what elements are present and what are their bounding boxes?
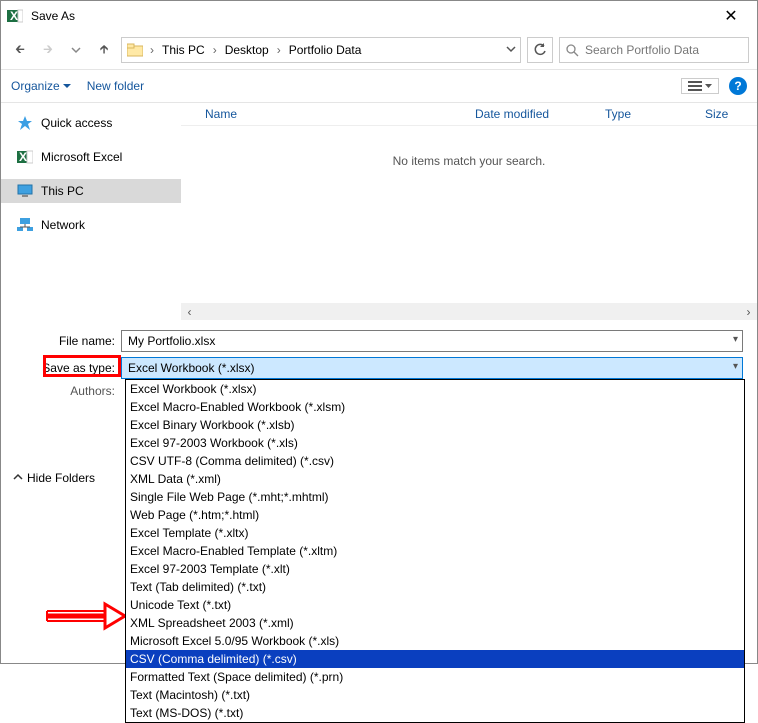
option-xls[interactable]: Excel 97-2003 Workbook (*.xls) (126, 434, 744, 452)
filename-input[interactable]: My Portfolio.xlsx ▾ (121, 330, 743, 352)
option-prn[interactable]: Formatted Text (Space delimited) (*.prn) (126, 668, 744, 686)
folder-icon (126, 41, 144, 59)
refresh-button[interactable] (527, 37, 553, 63)
option-xlsb[interactable]: Excel Binary Workbook (*.xlsb) (126, 416, 744, 434)
excel-icon: X (17, 149, 33, 165)
option-xltx[interactable]: Excel Template (*.xltx) (126, 524, 744, 542)
option-xltm[interactable]: Excel Macro-Enabled Template (*.xltm) (126, 542, 744, 560)
sidebar-item-this-pc[interactable]: This PC (1, 179, 181, 203)
svg-text:X: X (10, 9, 18, 23)
column-size[interactable]: Size (697, 107, 757, 121)
chevron-right-icon[interactable]: › (275, 43, 283, 57)
option-xls95[interactable]: Microsoft Excel 5.0/95 Workbook (*.xls) (126, 632, 744, 650)
option-csv-utf8[interactable]: CSV UTF-8 (Comma delimited) (*.csv) (126, 452, 744, 470)
forward-button[interactable]: 🡲 (37, 39, 59, 61)
up-button[interactable]: 🡱 (93, 39, 115, 61)
recent-dropdown[interactable] (65, 39, 87, 61)
sidebar: Quick access X Microsoft Excel This PC N… (1, 103, 181, 303)
address-bar[interactable]: › This PC › Desktop › Portfolio Data (121, 37, 521, 63)
option-xlt[interactable]: Excel 97-2003 Template (*.xlt) (126, 560, 744, 578)
option-xml[interactable]: XML Data (*.xml) (126, 470, 744, 488)
option-txt-dos[interactable]: Text (MS-DOS) (*.txt) (126, 704, 744, 722)
chevron-right-icon[interactable]: › (211, 43, 219, 57)
toolbar: Organize New folder ? (1, 69, 757, 103)
network-icon (17, 217, 33, 233)
sidebar-item-quick-access[interactable]: Quick access (1, 111, 181, 135)
address-dropdown[interactable] (506, 43, 516, 57)
file-list-area: Name Date modified Type Size No items ma… (181, 103, 757, 303)
chevron-down-icon (13, 473, 23, 483)
navigation-bar: 🡰 🡲 🡱 › This PC › Desktop › Portfolio Da… (1, 31, 757, 69)
option-xml2003[interactable]: XML Spreadsheet 2003 (*.xml) (126, 614, 744, 632)
horizontal-scrollbar[interactable]: ‹ › (181, 303, 757, 320)
option-txt-mac[interactable]: Text (Macintosh) (*.txt) (126, 686, 744, 704)
title-bar: X Save As ✕ (1, 1, 757, 31)
breadcrumb-portfolio[interactable]: Portfolio Data (287, 43, 364, 57)
option-xlsx[interactable]: Excel Workbook (*.xlsx) (126, 380, 744, 398)
savetype-dropdown[interactable]: Excel Workbook (*.xlsx) ▾ (121, 357, 743, 379)
hide-folders-button[interactable]: Hide Folders (13, 471, 95, 485)
new-folder-button[interactable]: New folder (87, 79, 144, 93)
column-type[interactable]: Type (597, 107, 697, 121)
chevron-right-icon[interactable]: › (148, 43, 156, 57)
option-csv[interactable]: CSV (Comma delimited) (*.csv) (126, 650, 744, 668)
filename-label: File name: (15, 334, 115, 348)
chevron-down-icon[interactable]: ▾ (733, 334, 738, 345)
search-input[interactable]: Search Portfolio Data (559, 37, 749, 63)
column-date[interactable]: Date modified (467, 107, 597, 121)
column-headers: Name Date modified Type Size (181, 103, 757, 126)
explorer-body: Quick access X Microsoft Excel This PC N… (1, 103, 757, 303)
search-icon (566, 44, 579, 57)
savetype-options-list: Excel Workbook (*.xlsx) Excel Macro-Enab… (125, 379, 745, 723)
option-xlsm[interactable]: Excel Macro-Enabled Workbook (*.xlsm) (126, 398, 744, 416)
option-htm[interactable]: Web Page (*.htm;*.html) (126, 506, 744, 524)
column-name[interactable]: Name (197, 107, 467, 121)
organize-button[interactable]: Organize (11, 79, 71, 93)
breadcrumb-thispc[interactable]: This PC (160, 43, 207, 57)
breadcrumb-desktop[interactable]: Desktop (223, 43, 271, 57)
scroll-left-icon[interactable]: ‹ (181, 305, 198, 319)
option-txt-unicode[interactable]: Unicode Text (*.txt) (126, 596, 744, 614)
window-title: Save As (31, 9, 711, 23)
monitor-icon (17, 183, 33, 199)
close-button[interactable]: ✕ (711, 6, 751, 26)
search-placeholder: Search Portfolio Data (585, 43, 699, 57)
sidebar-item-network[interactable]: Network (1, 213, 181, 237)
authors-label: Authors: (15, 384, 115, 398)
view-options-button[interactable] (681, 78, 719, 94)
help-button[interactable]: ? (729, 77, 747, 95)
svg-text:X: X (19, 150, 27, 164)
star-icon (17, 115, 33, 131)
chevron-down-icon[interactable]: ▾ (733, 361, 738, 372)
savetype-label: Save as type: (15, 361, 115, 375)
empty-message: No items match your search. (181, 126, 757, 196)
annotation-red-arrow (45, 601, 125, 631)
back-button[interactable]: 🡰 (9, 39, 31, 61)
sidebar-item-excel[interactable]: X Microsoft Excel (1, 145, 181, 169)
option-mht[interactable]: Single File Web Page (*.mht;*.mhtml) (126, 488, 744, 506)
option-txt-tab[interactable]: Text (Tab delimited) (*.txt) (126, 578, 744, 596)
excel-icon: X (7, 8, 23, 24)
scroll-right-icon[interactable]: › (740, 305, 757, 319)
